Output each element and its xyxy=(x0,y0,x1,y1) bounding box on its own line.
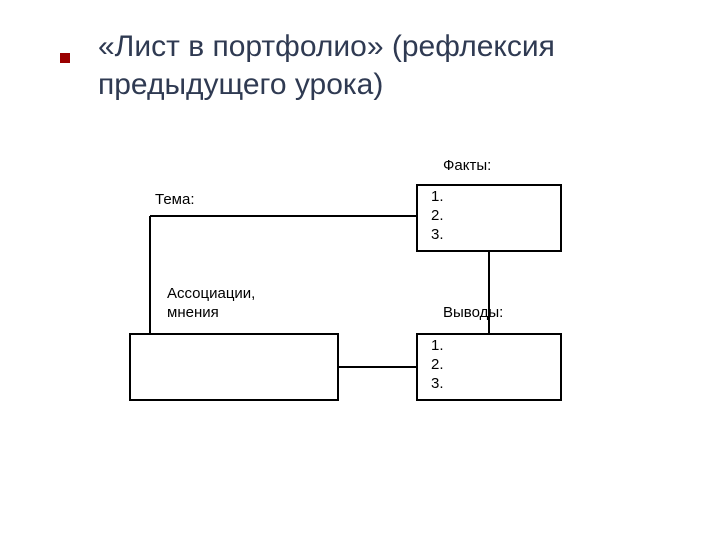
box-associations xyxy=(129,333,339,401)
label-tema: Тема: xyxy=(155,190,195,210)
box-facts-line3: 3. xyxy=(431,226,444,245)
box-conclusions-line1: 1. xyxy=(431,337,444,356)
label-assoc-line2: мнения xyxy=(167,303,219,323)
box-conclusions-line3: 3. xyxy=(431,375,444,394)
slide: «Лист в портфолио» (рефлексия предыдущег… xyxy=(0,0,720,540)
box-facts-line1: 1. xyxy=(431,188,444,207)
box-conclusions-line2: 2. xyxy=(431,356,444,375)
label-assoc-line1: Ассоциации, xyxy=(167,284,255,304)
label-vyvody: Выводы: xyxy=(443,303,503,323)
box-facts-line2: 2. xyxy=(431,207,444,226)
slide-title: «Лист в портфолио» (рефлексия предыдущег… xyxy=(98,28,658,103)
title-bullet-icon xyxy=(60,53,70,63)
label-fakty: Факты: xyxy=(443,156,491,176)
